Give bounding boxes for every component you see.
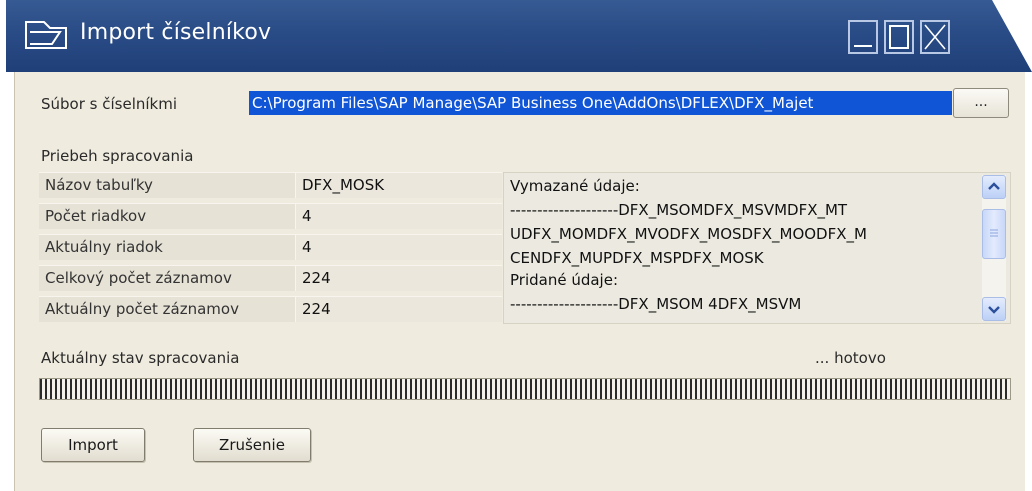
log-line: CENDFX_MUPDFX_MSPDFX_MOSK	[510, 249, 764, 267]
chevron-down-icon	[988, 306, 1000, 314]
info-row-label: Názov tabuľky	[45, 176, 153, 194]
info-row-total-records: Celkový počet záznamov 224	[39, 265, 502, 291]
window-frame-icon	[24, 20, 68, 50]
dialog-body: Súbor s číselníkmi C:\Program Files\SAP …	[14, 72, 1025, 491]
info-row-label: Aktuálny riadok	[45, 238, 163, 256]
info-row-label: Počet riadkov	[45, 207, 147, 225]
close-button[interactable]	[920, 20, 950, 54]
title-bar[interactable]: Import číselníkov	[6, 0, 1032, 72]
progress-bar	[39, 378, 1011, 400]
scroll-up-button[interactable]	[982, 175, 1006, 199]
log-scrollbar[interactable]	[982, 175, 1006, 321]
grip-icon	[990, 229, 998, 237]
status-label: Aktuálny stav spracovania	[41, 349, 240, 367]
log-line: --------------------DFX_MSOMDFX_MSVMDFX_…	[510, 201, 848, 219]
info-row-value: 224	[295, 266, 502, 291]
import-button[interactable]: Import	[41, 428, 145, 462]
info-row-label: Aktuálny počet záznamov	[45, 300, 239, 318]
cancel-button[interactable]: Zrušenie	[193, 428, 311, 462]
processing-section-title: Priebeh spracovania	[41, 147, 194, 165]
minimize-button[interactable]	[848, 20, 878, 54]
file-path-input[interactable]: C:\Program Files\SAP Manage\SAP Business…	[249, 91, 952, 115]
log-line: Pridané údaje:	[510, 271, 619, 289]
title-bar-corner	[992, 0, 1032, 72]
info-row-label: Celkový počet záznamov	[45, 269, 232, 287]
info-row-row-count: Počet riadkov 4	[39, 203, 502, 229]
info-row-current-records: Aktuálny počet záznamov 224	[39, 296, 502, 322]
import-dialog: Import číselníkov Súbor s číselníkmi C:\…	[6, 0, 1032, 491]
chevron-up-icon	[988, 182, 1000, 190]
scroll-down-button[interactable]	[982, 297, 1006, 321]
scroll-thumb[interactable]	[982, 209, 1006, 259]
log-line: --------------------DFX_MSOM 4DFX_MSVM	[510, 295, 802, 313]
file-label: Súbor s číselníkmi	[41, 95, 178, 113]
log-line: Vymazané údaje:	[510, 177, 640, 195]
info-row-value: 224	[295, 297, 502, 322]
info-row-value: 4	[295, 204, 502, 229]
info-row-current-row: Aktuálny riadok 4	[39, 234, 502, 260]
status-state: ... hotovo	[815, 349, 886, 367]
window-title: Import číselníkov	[80, 20, 272, 45]
info-row-value: DFX_MOSK	[295, 173, 502, 198]
log-line: UDFX_MOMDFX_MVODFX_MOSDFX_MOODFX_M	[510, 225, 867, 243]
info-row-value: 4	[295, 235, 502, 260]
browse-button[interactable]: ...	[953, 88, 1009, 118]
maximize-button[interactable]	[884, 20, 914, 54]
log-textarea[interactable]: Vymazané údaje: --------------------DFX_…	[503, 172, 1011, 324]
info-row-table-name: Názov tabuľky DFX_MOSK	[39, 172, 502, 198]
